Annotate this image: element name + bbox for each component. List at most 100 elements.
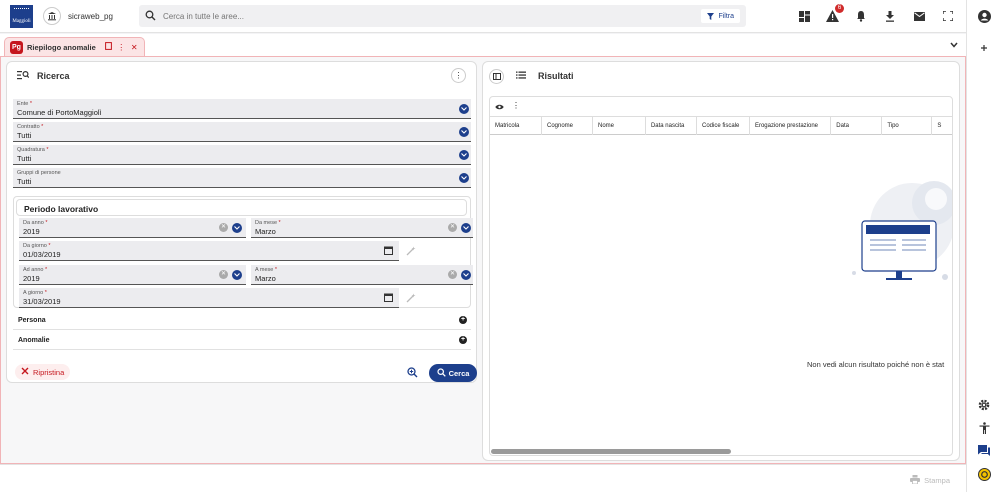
download-icon[interactable]	[883, 9, 897, 23]
da-giorno-field[interactable]: Da giorno * 01/03/2019	[19, 241, 399, 261]
module-logo: Pg	[10, 40, 23, 54]
da-mese-value: Marzo	[255, 227, 276, 236]
ente-value: Comune di PortoMaggiolì	[17, 108, 102, 117]
search-icon	[145, 10, 156, 23]
alert-icon[interactable]: 6	[825, 4, 844, 23]
da-anno-field[interactable]: Da anno * 2019 ✕	[19, 218, 246, 238]
column-header[interactable]: Data	[831, 117, 883, 135]
contratto-field[interactable]: Contratto * Tutti	[13, 122, 471, 142]
column-header[interactable]: Codice fiscale	[697, 117, 750, 135]
ad-anno-expand-icon[interactable]	[232, 270, 242, 280]
table-header: Matricola Cognome Nome Data nascita Codi…	[490, 117, 952, 135]
close-icon	[21, 367, 29, 377]
chevron-down-icon[interactable]	[950, 41, 958, 50]
right-rail	[966, 0, 1000, 492]
filter-button[interactable]: Filtra	[701, 9, 740, 23]
print-label: Stampa	[924, 476, 950, 485]
periodo-lavorativo-section: Periodo lavorativo Da anno * 2019 ✕ Da m…	[13, 196, 473, 308]
chat-icon[interactable]	[977, 443, 991, 457]
search-panel-title: Ricerca	[37, 71, 70, 81]
column-header[interactable]: Tipo	[882, 117, 933, 135]
calendar-icon[interactable]	[384, 246, 393, 257]
column-header[interactable]: S	[932, 117, 952, 135]
persona-section[interactable]: Persona +	[13, 312, 471, 330]
persona-label: Persona	[18, 317, 46, 324]
horizontal-scrollbar[interactable]	[491, 449, 731, 454]
mail-icon[interactable]	[912, 9, 926, 23]
a-mese-label: A mese	[255, 267, 274, 273]
clear-icon[interactable]: ✕	[219, 270, 228, 279]
da-mese-field[interactable]: Da mese * Marzo ✕	[251, 218, 473, 238]
column-header[interactable]: Matricola	[490, 117, 542, 135]
sidebar-toggle-icon[interactable]	[489, 68, 504, 84]
bell-icon[interactable]	[854, 9, 868, 23]
plus-icon[interactable]: +	[459, 336, 467, 344]
ad-anno-field[interactable]: Ad anno * 2019 ✕	[19, 265, 246, 285]
column-header[interactable]: Data nascita	[646, 117, 697, 135]
workspace: Ricerca ⋮ Ente * Comune di PortoMaggiolì…	[0, 56, 966, 464]
contratto-label: Contratto	[17, 124, 40, 130]
search-panel-menu-button[interactable]: ⋮	[451, 68, 466, 83]
empty-results-message: Non vedi alcun risultato poiché non è st…	[807, 360, 945, 369]
a-mese-field[interactable]: A mese * Marzo ✕	[251, 265, 473, 285]
reset-button[interactable]: Ripristina	[15, 364, 71, 380]
maggioli-logo[interactable]: Maggioli	[10, 5, 33, 28]
cerca-label: Cerca	[448, 368, 470, 378]
tab-title: Riepilogo anomalie	[27, 42, 96, 52]
a-giorno-field[interactable]: A giorno * 31/03/2019	[19, 288, 399, 308]
accessibility-icon[interactable]	[977, 421, 991, 435]
quadratura-expand-icon[interactable]	[459, 150, 469, 160]
quadratura-value: Tutti	[17, 154, 32, 163]
print-button[interactable]: Stampa	[910, 475, 950, 486]
da-mese-expand-icon[interactable]	[461, 223, 471, 233]
zoom-in-icon[interactable]	[407, 367, 418, 380]
gruppi-field[interactable]: Gruppi di persone Tutti	[13, 168, 471, 188]
plus-icon[interactable]: +	[459, 316, 467, 324]
plus-icon[interactable]	[977, 41, 991, 55]
column-header[interactable]: Nome	[593, 117, 646, 135]
search-panel: Ricerca ⋮ Ente * Comune di PortoMaggiolì…	[6, 61, 477, 383]
magic-wand-icon[interactable]	[403, 243, 419, 259]
anomalie-section[interactable]: Anomalie +	[13, 332, 471, 350]
eye-icon[interactable]	[495, 103, 504, 112]
gear-icon[interactable]	[977, 398, 991, 412]
clear-icon[interactable]: ✕	[219, 223, 228, 232]
a-mese-value: Marzo	[255, 274, 276, 283]
clear-icon[interactable]: ✕	[448, 270, 457, 279]
bank-icon[interactable]	[43, 7, 61, 25]
search-icon	[436, 367, 446, 379]
tab-riepilogo-anomalie[interactable]: Pg Riepilogo anomalie ⋮ ✕	[4, 37, 145, 56]
user-icon[interactable]	[977, 9, 991, 23]
cerca-button[interactable]: Cerca	[429, 364, 477, 382]
da-anno-value: 2019	[23, 227, 40, 236]
column-header[interactable]: Erogazione prestazione	[750, 117, 832, 135]
a-mese-expand-icon[interactable]	[461, 270, 471, 280]
ente-field[interactable]: Ente * Comune di PortoMaggiolì	[13, 99, 471, 119]
magic-wand-icon[interactable]	[403, 290, 419, 306]
clear-icon[interactable]: ✕	[448, 223, 457, 232]
quadratura-field[interactable]: Quadratura * Tutti	[13, 145, 471, 165]
tab-menu-icon[interactable]: ⋮	[117, 43, 126, 52]
fullscreen-icon[interactable]	[941, 9, 955, 23]
logo-text: Maggioli	[12, 19, 31, 24]
dashboard-icon[interactable]	[797, 9, 811, 23]
gruppi-expand-icon[interactable]	[459, 173, 469, 183]
results-table: ⋮ Matricola Cognome Nome Data nascita Co…	[489, 96, 953, 456]
da-giorno-label: Da giorno	[23, 243, 47, 249]
search-input[interactable]	[163, 9, 663, 23]
help-icon[interactable]	[977, 467, 991, 481]
app-name[interactable]: sicraweb_pg	[68, 12, 113, 21]
tab-bar: Pg Riepilogo anomalie ⋮ ✕	[0, 34, 966, 56]
column-header[interactable]: Cognome	[542, 117, 593, 135]
ente-expand-icon[interactable]	[459, 104, 469, 114]
da-anno-expand-icon[interactable]	[232, 223, 242, 233]
bookmark-icon[interactable]	[104, 42, 113, 52]
empty-state-illustration	[852, 181, 952, 280]
calendar-icon[interactable]	[384, 293, 393, 304]
contratto-expand-icon[interactable]	[459, 127, 469, 137]
table-menu-icon[interactable]: ⋮	[512, 101, 520, 110]
da-anno-label: Da anno	[23, 220, 44, 226]
global-search[interactable]: Filtra	[139, 5, 746, 27]
list-icon	[516, 71, 526, 81]
tab-close-icon[interactable]: ✕	[130, 43, 139, 52]
